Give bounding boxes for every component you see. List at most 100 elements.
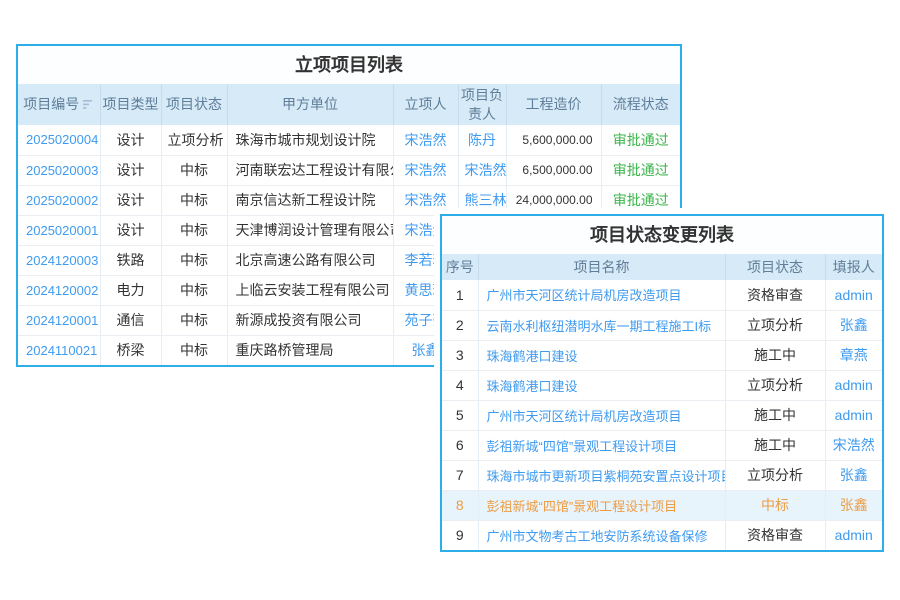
col-manager: 项目负责人 bbox=[458, 84, 506, 125]
project-type-cell: 设计 bbox=[100, 155, 161, 185]
col-cost: 工程造价 bbox=[506, 84, 601, 125]
status-cell: 立项分析 bbox=[725, 460, 825, 490]
party-unit-cell: 南京信达新工程设计院 bbox=[227, 185, 393, 215]
project-id-link[interactable]: 2024120003 bbox=[18, 245, 100, 275]
project-id-link[interactable]: 2025020001 bbox=[18, 215, 100, 245]
project-name-link[interactable]: 云南水利枢纽潜明水库一期工程施工I标 bbox=[478, 310, 725, 340]
filler-link[interactable]: 宋浩然 bbox=[825, 430, 882, 460]
party-unit-cell: 重庆路桥管理局 bbox=[227, 335, 393, 365]
status-cell: 施工中 bbox=[725, 430, 825, 460]
filler-link[interactable]: admin bbox=[825, 520, 882, 550]
project-status-cell: 中标 bbox=[161, 155, 227, 185]
col-project-name: 项目名称 bbox=[478, 254, 725, 280]
table-row: 2025020003 设计 中标 河南联宏达工程设计有限公司 宋浩然 宋浩然 6… bbox=[18, 155, 680, 185]
col-serial-no: 序号 bbox=[442, 254, 478, 280]
project-name-link[interactable]: 珠海鹤港口建设 bbox=[478, 370, 725, 400]
row-index-cell: 1 bbox=[442, 280, 478, 310]
project-name-link[interactable]: 珠海鹤港口建设 bbox=[478, 340, 725, 370]
project-name-link[interactable]: 广州市天河区统计局机房改造项目 bbox=[478, 280, 725, 310]
row-index-cell: 3 bbox=[442, 340, 478, 370]
project-status-cell: 中标 bbox=[161, 185, 227, 215]
row-index-cell: 9 bbox=[442, 520, 478, 550]
party-unit-cell: 上临云安装工程有限公司 bbox=[227, 275, 393, 305]
panel1-title: 立项项目列表 bbox=[18, 46, 680, 84]
filler-link[interactable]: admin bbox=[825, 400, 882, 430]
status-cell: 施工中 bbox=[725, 340, 825, 370]
flow-status-cell: 审批通过 bbox=[601, 185, 680, 215]
project-type-cell: 设计 bbox=[100, 125, 161, 155]
initiator-link[interactable]: 宋浩然 bbox=[393, 185, 458, 215]
project-type-cell: 铁路 bbox=[100, 245, 161, 275]
party-unit-cell: 北京高速公路有限公司 bbox=[227, 245, 393, 275]
project-id-link[interactable]: 2025020002 bbox=[18, 185, 100, 215]
table-row: 2025020004 设计 立项分析 珠海市城市规划设计院 宋浩然 陈丹 5,6… bbox=[18, 125, 680, 155]
col-party-unit: 甲方单位 bbox=[227, 84, 393, 125]
initiator-link[interactable]: 宋浩然 bbox=[393, 125, 458, 155]
project-name-link[interactable]: 珠海市城市更新项目紫桐苑安置点设计项目 bbox=[478, 460, 725, 490]
project-name-link[interactable]: 彭祖新城“四馆”景观工程设计项目 bbox=[478, 490, 725, 520]
status-cell: 施工中 bbox=[725, 400, 825, 430]
project-type-cell: 设计 bbox=[100, 215, 161, 245]
party-unit-cell: 天津博润设计管理有限公司 bbox=[227, 215, 393, 245]
row-index-cell: 6 bbox=[442, 430, 478, 460]
project-id-link[interactable]: 2024120002 bbox=[18, 275, 100, 305]
flow-status-cell: 审批通过 bbox=[601, 125, 680, 155]
status-cell: 资格审查 bbox=[725, 520, 825, 550]
col-project-status: 项目状态 bbox=[725, 254, 825, 280]
status-cell: 中标 bbox=[725, 490, 825, 520]
panel2-title: 项目状态变更列表 bbox=[442, 216, 882, 254]
filler-link[interactable]: 张鑫 bbox=[825, 490, 882, 520]
project-type-cell: 通信 bbox=[100, 305, 161, 335]
project-type-cell: 桥梁 bbox=[100, 335, 161, 365]
status-change-panel: 项目状态变更列表 序号 项目名称 项目状态 填报人 1 广州市天河区统计局机房改… bbox=[440, 214, 884, 552]
filler-link[interactable]: admin bbox=[825, 280, 882, 310]
col-filler: 填报人 bbox=[825, 254, 882, 280]
filler-link[interactable]: admin bbox=[825, 370, 882, 400]
table-row: 7 珠海市城市更新项目紫桐苑安置点设计项目 立项分析 张鑫 bbox=[442, 460, 882, 490]
col-flow-status: 流程状态 bbox=[601, 84, 680, 125]
table-row: 6 彭祖新城“四馆”景观工程设计项目 施工中 宋浩然 bbox=[442, 430, 882, 460]
table-row-highlighted: 8 彭祖新城“四馆”景观工程设计项目 中标 张鑫 bbox=[442, 490, 882, 520]
row-index-cell: 5 bbox=[442, 400, 478, 430]
filler-link[interactable]: 张鑫 bbox=[825, 310, 882, 340]
party-unit-cell: 珠海市城市规划设计院 bbox=[227, 125, 393, 155]
initiator-link[interactable]: 宋浩然 bbox=[393, 155, 458, 185]
cost-cell: 5,600,000.00 bbox=[506, 125, 601, 155]
table-row: 4 珠海鹤港口建设 立项分析 admin bbox=[442, 370, 882, 400]
status-cell: 立项分析 bbox=[725, 370, 825, 400]
project-status-cell: 中标 bbox=[161, 335, 227, 365]
table-row: 2 云南水利枢纽潜明水库一期工程施工I标 立项分析 张鑫 bbox=[442, 310, 882, 340]
col-project-status: 项目状态 bbox=[161, 84, 227, 125]
project-name-link[interactable]: 广州市天河区统计局机房改造项目 bbox=[478, 400, 725, 430]
table-row: 2025020002 设计 中标 南京信达新工程设计院 宋浩然 熊三林 24,0… bbox=[18, 185, 680, 215]
project-status-cell: 立项分析 bbox=[161, 125, 227, 155]
table1-header-row: 项目编号 项目类型 项目状态 甲方单位 立项人 项目负责人 工程造价 流程状态 bbox=[18, 84, 680, 125]
filler-link[interactable]: 章燕 bbox=[825, 340, 882, 370]
project-status-cell: 中标 bbox=[161, 305, 227, 335]
table-row: 3 珠海鹤港口建设 施工中 章燕 bbox=[442, 340, 882, 370]
manager-link[interactable]: 宋浩然 bbox=[458, 155, 506, 185]
project-id-link[interactable]: 2024110021 bbox=[18, 335, 100, 365]
row-index-cell: 7 bbox=[442, 460, 478, 490]
project-name-link[interactable]: 彭祖新城“四馆”景观工程设计项目 bbox=[478, 430, 725, 460]
status-cell: 立项分析 bbox=[725, 310, 825, 340]
project-name-link[interactable]: 广州市文物考古工地安防系统设备保修 bbox=[478, 520, 725, 550]
table2-header-row: 序号 项目名称 项目状态 填报人 bbox=[442, 254, 882, 280]
project-id-link[interactable]: 2024120001 bbox=[18, 305, 100, 335]
manager-link[interactable]: 陈丹 bbox=[458, 125, 506, 155]
filler-link[interactable]: 张鑫 bbox=[825, 460, 882, 490]
status-change-table: 序号 项目名称 项目状态 填报人 1 广州市天河区统计局机房改造项目 资格审查 … bbox=[442, 254, 882, 550]
col-project-id[interactable]: 项目编号 bbox=[18, 84, 100, 125]
row-index-cell: 4 bbox=[442, 370, 478, 400]
cost-cell: 24,000,000.00 bbox=[506, 185, 601, 215]
manager-link[interactable]: 熊三林 bbox=[458, 185, 506, 215]
project-type-cell: 设计 bbox=[100, 185, 161, 215]
status-cell: 资格审查 bbox=[725, 280, 825, 310]
table-row: 9 广州市文物考古工地安防系统设备保修 资格审查 admin bbox=[442, 520, 882, 550]
project-id-link[interactable]: 2025020004 bbox=[18, 125, 100, 155]
project-id-link[interactable]: 2025020003 bbox=[18, 155, 100, 185]
party-unit-cell: 新源成投资有限公司 bbox=[227, 305, 393, 335]
flow-status-cell: 审批通过 bbox=[601, 155, 680, 185]
sort-icon[interactable] bbox=[83, 96, 94, 115]
table-row: 1 广州市天河区统计局机房改造项目 资格审查 admin bbox=[442, 280, 882, 310]
